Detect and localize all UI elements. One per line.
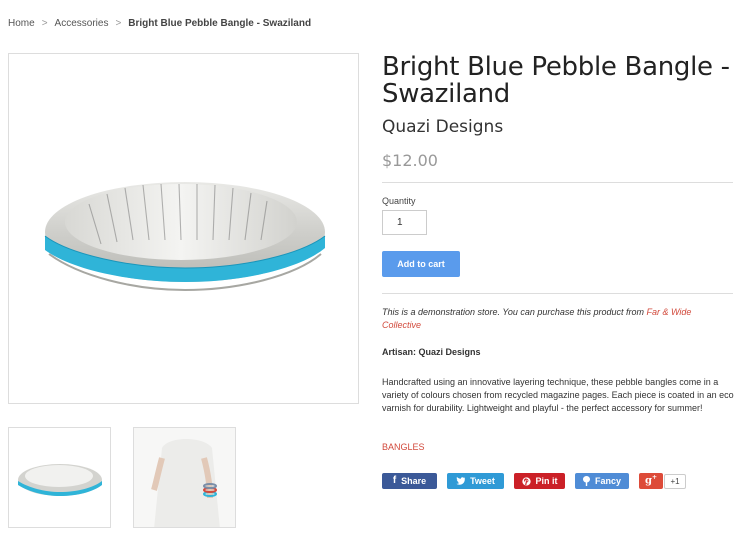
fancy-button[interactable]: Fancy bbox=[575, 473, 629, 489]
bangle-thumbnail-image bbox=[18, 464, 102, 496]
breadcrumb-home-link[interactable]: Home bbox=[8, 18, 35, 29]
breadcrumb-current: Bright Blue Pebble Bangle - Swaziland bbox=[128, 18, 312, 29]
breadcrumb: Home > Accessories > Bright Blue Pebble Bang… bbox=[8, 18, 311, 29]
demo-store-note: This is a demonstration store. You can p… bbox=[382, 306, 722, 332]
fancy-icon bbox=[582, 476, 590, 486]
breadcrumb-separator: > bbox=[115, 18, 122, 29]
twitter-tweet-label: Tweet bbox=[470, 476, 495, 486]
fancy-label: Fancy bbox=[594, 476, 621, 486]
google-plus-count: +1 bbox=[664, 474, 686, 489]
gplus-icon: g+ bbox=[644, 474, 658, 487]
facebook-icon: f bbox=[392, 475, 397, 486]
tag-bangles-link[interactable]: BANGLES bbox=[382, 442, 425, 452]
pinterest-pin-button[interactable]: Pin it bbox=[514, 473, 565, 489]
product-thumbnail-model[interactable] bbox=[133, 427, 236, 528]
product-price: $12.00 bbox=[382, 151, 438, 170]
google-plus-button[interactable]: g+ bbox=[639, 473, 663, 489]
twitter-icon bbox=[456, 477, 466, 485]
product-title: Bright Blue Pebble Bangle - Swaziland bbox=[382, 52, 730, 109]
facebook-share-label: Share bbox=[401, 476, 427, 486]
bangle-image bbox=[44, 182, 326, 292]
add-to-cart-button[interactable]: Add to cart bbox=[382, 251, 460, 277]
breadcrumb-separator: > bbox=[41, 18, 48, 29]
pinterest-icon bbox=[521, 476, 531, 486]
divider bbox=[382, 182, 733, 183]
facebook-share-button[interactable]: f Share bbox=[382, 473, 437, 489]
artisan-label: Artisan: Quazi Designs bbox=[382, 347, 481, 357]
product-thumbnail-bangle[interactable] bbox=[8, 427, 111, 528]
pinterest-pin-label: Pin it bbox=[535, 476, 558, 486]
product-description: Handcrafted using an innovative layering… bbox=[382, 377, 734, 413]
product-vendor: Quazi Designs bbox=[382, 117, 504, 137]
model-thumbnail-image bbox=[134, 428, 235, 527]
product-main-image[interactable] bbox=[8, 53, 359, 404]
quantity-label: Quantity bbox=[382, 196, 416, 206]
twitter-tweet-button[interactable]: Tweet bbox=[447, 473, 504, 489]
breadcrumb-accessories-link[interactable]: Accessories bbox=[55, 18, 109, 29]
divider bbox=[382, 293, 733, 294]
demo-note-text: This is a demonstration store. You can p… bbox=[382, 307, 647, 317]
quantity-input[interactable] bbox=[382, 210, 427, 235]
